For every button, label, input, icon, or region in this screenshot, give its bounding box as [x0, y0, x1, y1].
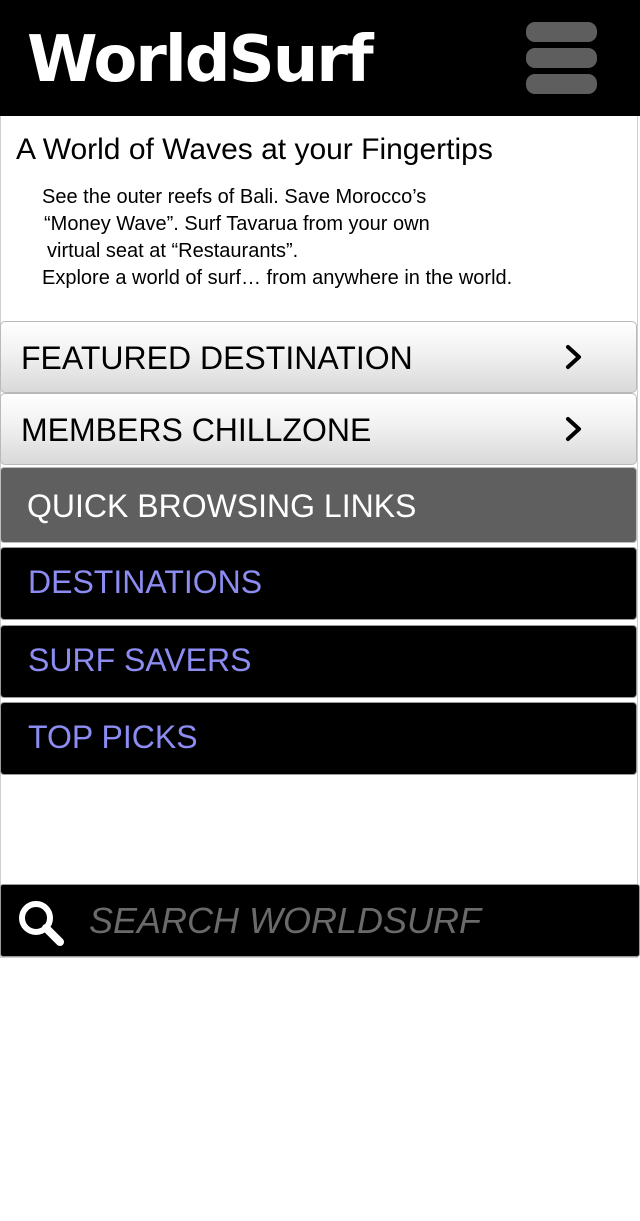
nav-item-label: FEATURED DESTINATION: [21, 340, 413, 376]
search-bar: [0, 884, 640, 957]
intro-line: “Money Wave”. Surf Tavarua from your own: [44, 213, 430, 235]
tagline: A World of Waves at your Fingertips: [16, 133, 493, 166]
quick-links-heading: QUICK BROWSING LINKS: [0, 467, 637, 543]
intro-line: Explore a world of surf… from anywhere i…: [42, 267, 513, 289]
quick-link-label: SURF SAVERS: [28, 642, 252, 678]
quick-link-label: DESTINATIONS: [28, 564, 263, 600]
quick-link-destinations[interactable]: DESTINATIONS: [0, 547, 637, 620]
nav-item-label: MEMBERS CHILLZONE: [21, 412, 372, 448]
menu-bar: [526, 48, 597, 68]
quick-link-label: TOP PICKS: [28, 719, 198, 755]
app-header: WorldSurf: [0, 0, 640, 116]
search-input[interactable]: [85, 895, 633, 947]
nav-item-featured-destination[interactable]: FEATURED DESTINATION: [0, 321, 637, 393]
menu-bar: [526, 74, 597, 94]
search-icon[interactable]: [15, 897, 67, 949]
intro-line: See the outer reefs of Bali. Save Morocc…: [42, 186, 427, 208]
quick-link-top-picks[interactable]: TOP PICKS: [0, 702, 637, 775]
menu-bar: [526, 22, 597, 42]
app-title: WorldSurf: [27, 23, 374, 97]
section-heading-label: QUICK BROWSING LINKS: [27, 488, 417, 524]
chevron-right-icon: [566, 345, 581, 369]
intro-line: virtual seat at “Restaurants”.: [47, 240, 299, 262]
quick-link-surf-savers[interactable]: SURF SAVERS: [0, 625, 637, 698]
chevron-right-icon: [566, 417, 581, 441]
hamburger-menu-icon[interactable]: [526, 22, 597, 94]
nav-item-members-chillzone[interactable]: MEMBERS CHILLZONE: [0, 393, 637, 465]
